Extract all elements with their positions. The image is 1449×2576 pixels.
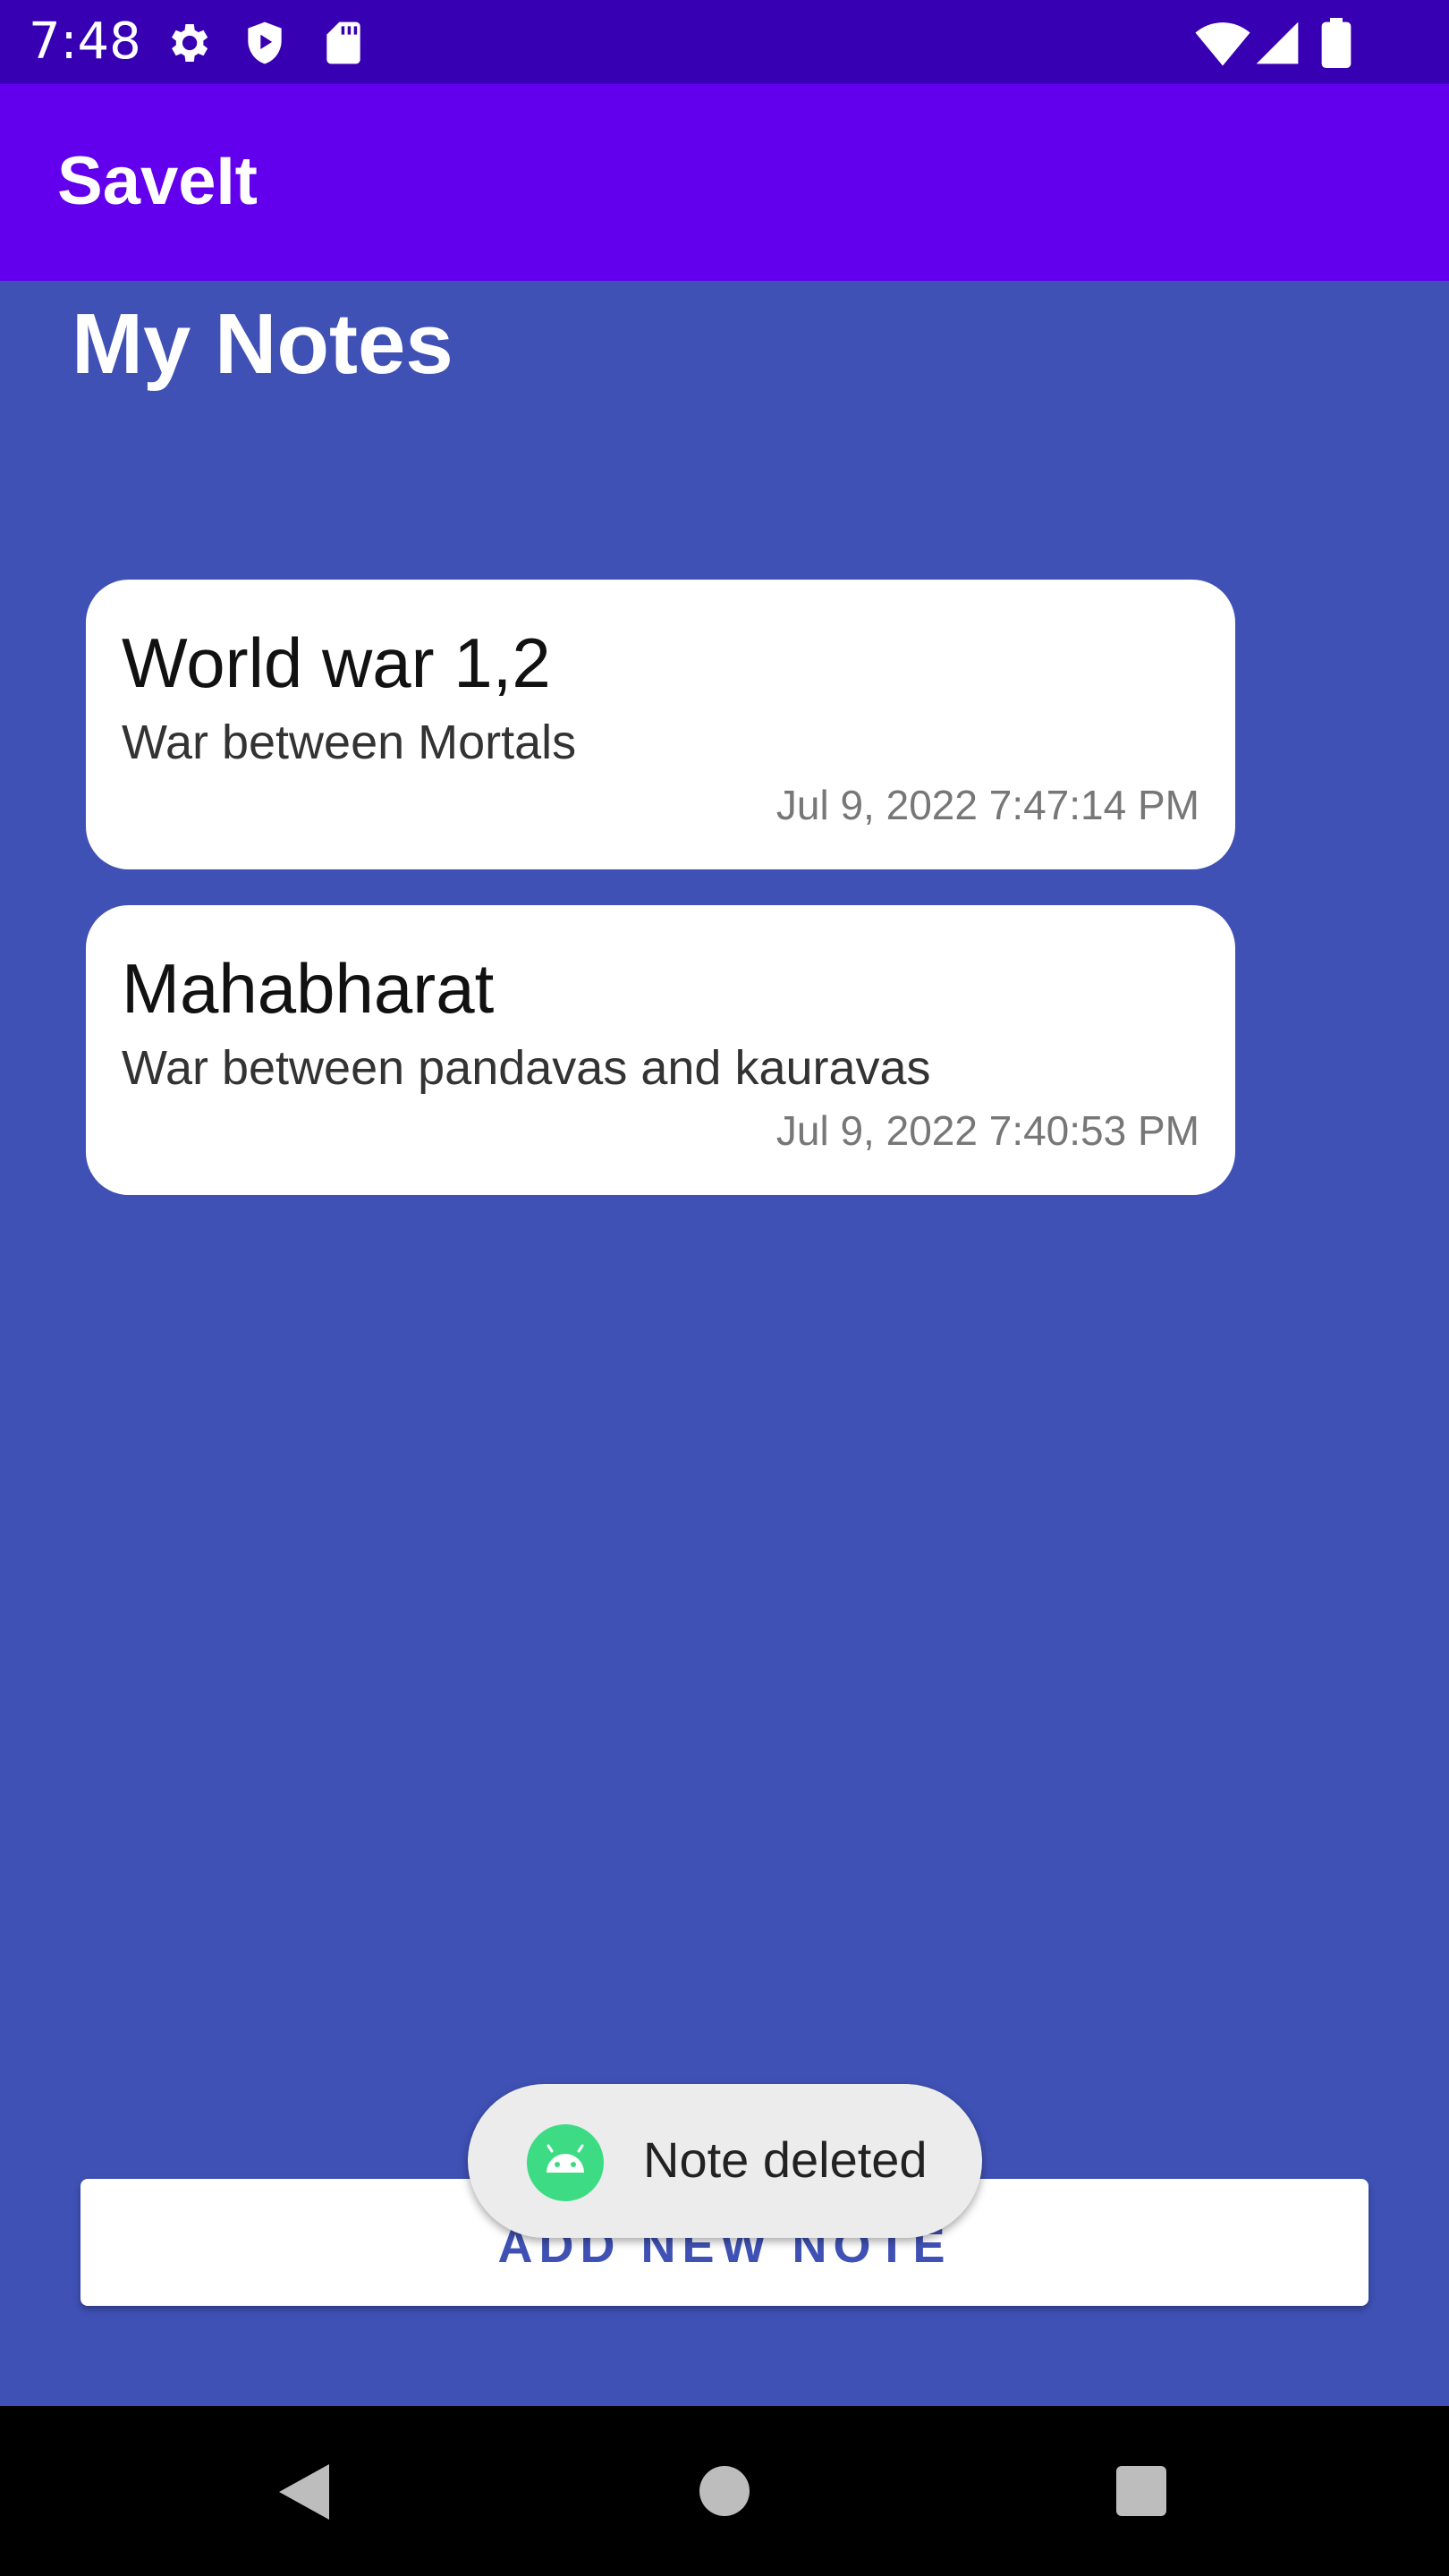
battery-icon [1320,18,1352,72]
back-icon [275,2462,331,2526]
note-description: War between Mortals [122,716,577,769]
home-button[interactable] [644,2406,805,2576]
android-icon [527,2124,604,2206]
app-bar: SaveIt [0,84,1449,281]
note-description: War between pandavas and kauravas [122,1041,931,1095]
note-card[interactable]: Mahabharat War between pandavas and kaur… [86,905,1235,1195]
note-card[interactable]: World war 1,2 War between Mortals Jul 9,… [86,580,1235,869]
signal-icon [1252,18,1302,72]
shield-play-icon [240,18,290,72]
recents-button[interactable] [1061,2406,1222,2576]
toast: Note deleted [468,2084,982,2238]
gear-icon [163,18,213,72]
wifi-icon [1195,18,1250,72]
sd-card-icon [318,18,369,72]
navigation-bar [0,2406,1449,2576]
toast-message: Note deleted [643,2131,928,2188]
note-title: World war 1,2 [122,623,551,702]
status-time: 7:48 [29,13,141,71]
home-icon [698,2464,751,2522]
page-title: My Notes [72,296,453,392]
back-button[interactable] [224,2406,385,2576]
note-timestamp: Jul 9, 2022 7:47:14 PM [775,782,1199,828]
status-bar: 7:48 [0,0,1449,84]
note-timestamp: Jul 9, 2022 7:40:53 PM [775,1107,1199,1154]
note-title: Mahabharat [122,949,495,1028]
recents-icon [1114,2464,1168,2522]
app-title: SaveIt [57,143,258,219]
